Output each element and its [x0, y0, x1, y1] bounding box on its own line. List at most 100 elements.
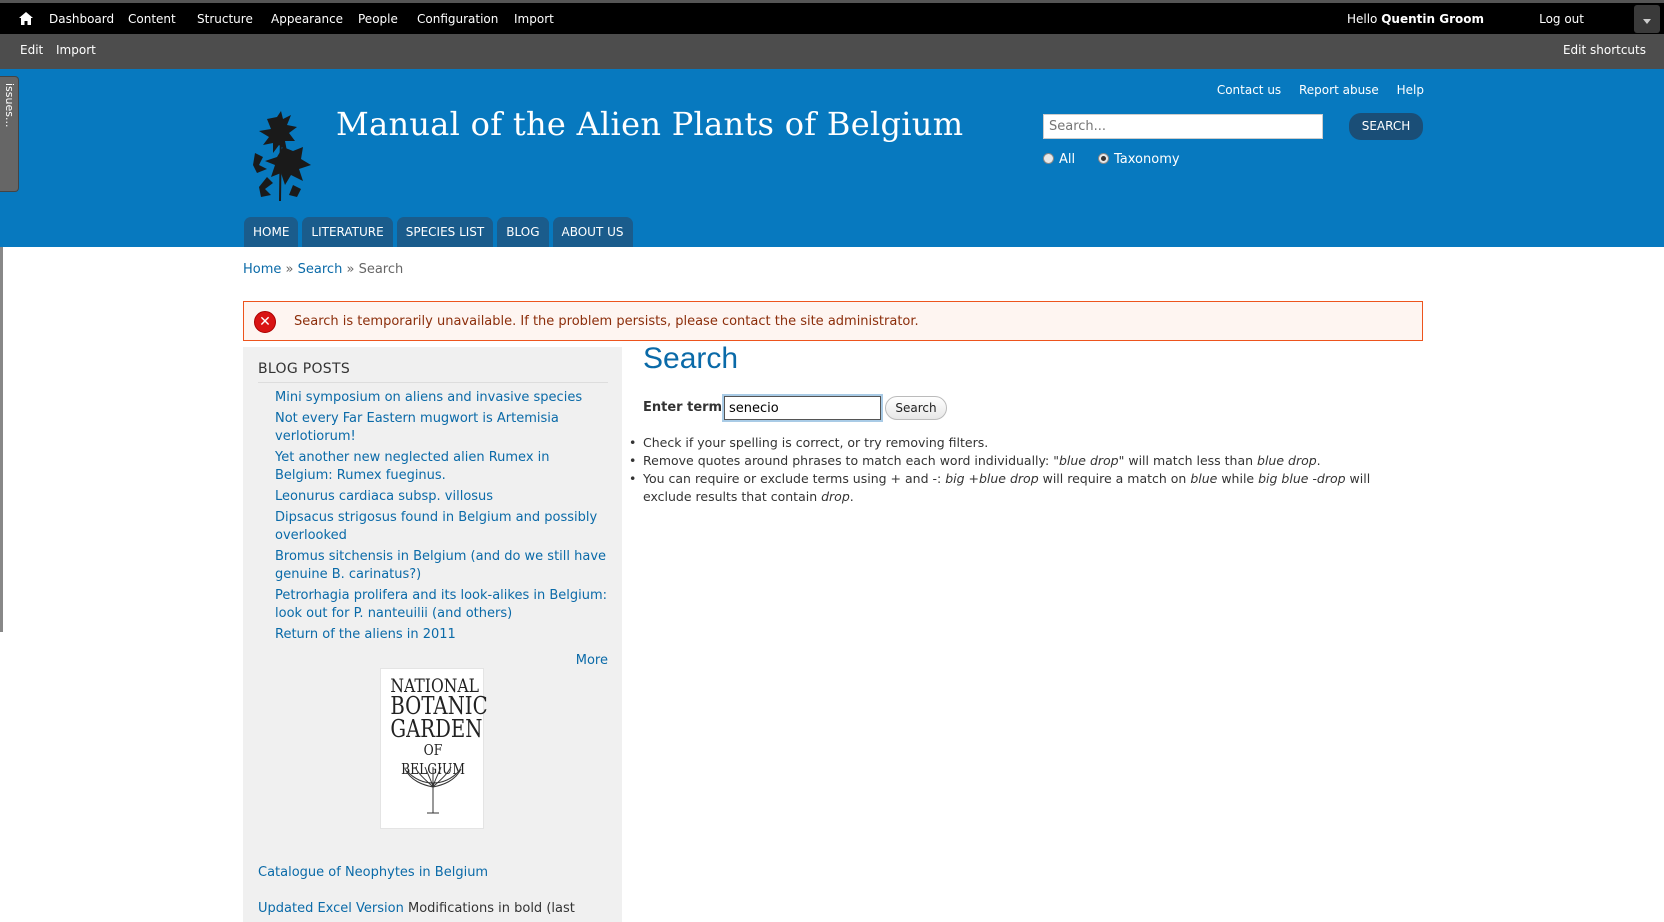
search-tip-example: blue drop: [1257, 453, 1317, 468]
catalogue-link[interactable]: Catalogue of Neophytes in Belgium: [258, 865, 488, 880]
page-title: Search: [643, 342, 739, 375]
greeting-text: Hello: [1346, 12, 1378, 26]
radio-taxonomy-circle[interactable]: [1098, 153, 1109, 164]
search-tip-text: .: [1316, 453, 1321, 468]
admin-menu-people[interactable]: People: [358, 12, 398, 26]
list-item: Petrorhagia prolifera and its look-alike…: [275, 587, 610, 623]
nbg-logo-line: GARDEN: [390, 715, 483, 743]
blog-post-link[interactable]: Bromus sitchensis in Belgium (and do we …: [275, 549, 606, 582]
error-icon: ✕: [254, 311, 276, 333]
excel-note-text: Modifications in bold (last: [407, 901, 575, 916]
header-search-input[interactable]: [1043, 114, 1323, 139]
search-help-list: Check if your spelling is correct, or tr…: [629, 434, 1418, 506]
shortcut-import[interactable]: Import: [56, 43, 96, 57]
list-item: Mini symposium on aliens and invasive sp…: [275, 389, 610, 407]
search-terms-input[interactable]: [724, 396, 881, 420]
menu-home[interactable]: HOME: [244, 217, 299, 247]
blog-post-list: Mini symposium on aliens and invasive sp…: [275, 389, 610, 647]
search-tip-example: big blue -drop: [1258, 471, 1346, 486]
menu-species-list[interactable]: SPECIES LIST: [396, 217, 494, 247]
search-tip-example: blue: [1190, 471, 1218, 486]
blog-post-link[interactable]: Leonurus cardiaca subsp. villosus: [275, 489, 493, 504]
search-tip-example: big +blue drop: [945, 471, 1039, 486]
contact-us-link[interactable]: Contact us: [1217, 83, 1281, 97]
edit-shortcuts-link[interactable]: Edit shortcuts: [1563, 43, 1646, 57]
home-icon[interactable]: [19, 12, 33, 25]
blog-post-link[interactable]: Not every Far Eastern mugwort is Artemis…: [275, 411, 559, 444]
list-item: Return of the aliens in 2011: [275, 626, 610, 644]
site-header: Manual of the Alien Plants of Belgium Co…: [0, 69, 1664, 247]
username[interactable]: Quentin Groom: [1381, 12, 1484, 26]
blog-post-link[interactable]: Mini symposium on aliens and invasive sp…: [275, 390, 582, 405]
search-tip-text: will require a match on: [1038, 471, 1191, 486]
list-item: Dipsacus strigosus found in Belgium and …: [275, 509, 610, 545]
sidebar: BLOG POSTS Mini symposium on aliens and …: [243, 347, 622, 922]
divider: [258, 382, 608, 383]
breadcrumb-current: Search: [358, 262, 404, 277]
search-tip-text: Check if your spelling is correct, or tr…: [643, 435, 989, 450]
list-item: Check if your spelling is correct, or tr…: [629, 434, 1418, 452]
blog-post-link[interactable]: Petrorhagia prolifera and its look-alike…: [275, 588, 607, 621]
breadcrumb-separator: »: [346, 262, 355, 277]
shortcut-edit[interactable]: Edit: [20, 43, 43, 57]
blog-posts-heading: BLOG POSTS: [258, 361, 351, 377]
breadcrumb-separator: »: [285, 262, 294, 277]
search-tip-example: drop: [821, 489, 850, 504]
site-logo[interactable]: [247, 107, 315, 203]
blog-post-link[interactable]: Return of the aliens in 2011: [275, 627, 456, 642]
admin-menu-dashboard[interactable]: Dashboard: [49, 12, 114, 26]
admin-menu-structure[interactable]: Structure: [197, 12, 253, 26]
admin-menu-appearance[interactable]: Appearance: [271, 12, 343, 26]
blog-post-link[interactable]: Yet another new neglected alien Rumex in…: [275, 450, 550, 483]
left-edge-bar: [0, 247, 3, 632]
logout-link[interactable]: Log out: [1539, 12, 1584, 26]
list-item: You can require or exclude terms using +…: [629, 470, 1418, 506]
national-botanic-garden-logo[interactable]: NATIONAL BOTANIC GARDEN OF BELGIUM: [380, 668, 488, 829]
search-tip-text: Remove quotes around phrases to match ea…: [643, 453, 1054, 468]
search-tip-text: You can require or exclude terms using +…: [643, 471, 946, 486]
header-search-button[interactable]: SEARCH: [1349, 113, 1423, 140]
search-tip-text: while: [1217, 471, 1259, 486]
search-submit-button[interactable]: Search: [885, 396, 947, 420]
radio-all[interactable]: All: [1043, 152, 1075, 167]
admin-toolbar: Dashboard Content Structure Appearance P…: [0, 0, 1664, 34]
menu-about-us[interactable]: ABOUT US: [552, 217, 633, 247]
main-menu: HOME LITERATURE SPECIES LIST BLOG ABOUT …: [244, 217, 637, 247]
nbg-logo-line: BOTANIC: [390, 692, 488, 720]
radio-taxonomy[interactable]: Taxonomy: [1098, 152, 1180, 167]
list-item: Bromus sitchensis in Belgium (and do we …: [275, 548, 610, 584]
issues-side-tab[interactable]: issues...: [0, 76, 19, 192]
shortcut-bar: Edit Import Edit shortcuts: [0, 34, 1664, 69]
list-item: Not every Far Eastern mugwort is Artemis…: [275, 410, 610, 446]
menu-literature[interactable]: LITERATURE: [302, 217, 393, 247]
list-item: Leonurus cardiaca subsp. villosus: [275, 488, 610, 506]
search-tip-text: will match less than: [1124, 453, 1258, 468]
search-tip-text: .: [849, 489, 854, 504]
radio-all-circle[interactable]: [1043, 153, 1054, 164]
breadcrumb-search[interactable]: Search: [298, 262, 343, 277]
search-tip-example: "blue drop": [1053, 453, 1125, 468]
list-item: Yet another new neglected alien Rumex in…: [275, 449, 610, 485]
menu-blog[interactable]: BLOG: [497, 217, 549, 247]
radio-all-label: All: [1059, 152, 1076, 167]
error-message: ✕ Search is temporarily unavailable. If …: [243, 301, 1423, 341]
issues-tab-label: issues...: [3, 83, 16, 128]
nbg-plant-emblem-icon: [404, 766, 462, 814]
more-blog-posts-link[interactable]: More: [576, 653, 608, 668]
user-greeting: Hello Quentin Groom: [1347, 12, 1484, 26]
breadcrumb: Home » Search » Search: [243, 262, 403, 277]
excel-version-link[interactable]: Updated Excel Version: [258, 901, 404, 916]
admin-menu-content[interactable]: Content: [128, 12, 176, 26]
breadcrumb-home[interactable]: Home: [243, 262, 281, 277]
list-item: Remove quotes around phrases to match ea…: [629, 452, 1418, 470]
report-abuse-link[interactable]: Report abuse: [1299, 83, 1379, 97]
help-link[interactable]: Help: [1397, 83, 1424, 97]
shortcuts-toggle-button[interactable]: [1634, 5, 1660, 33]
admin-menu-import[interactable]: Import: [514, 12, 554, 26]
enter-terms-label: Enter terms: [643, 400, 730, 415]
blog-post-link[interactable]: Dipsacus strigosus found in Belgium and …: [275, 510, 597, 543]
admin-menu-configuration[interactable]: Configuration: [417, 12, 498, 26]
site-name[interactable]: Manual of the Alien Plants of Belgium: [336, 105, 963, 143]
radio-taxonomy-label: Taxonomy: [1114, 152, 1180, 167]
error-message-text: Search is temporarily unavailable. If th…: [294, 314, 919, 329]
